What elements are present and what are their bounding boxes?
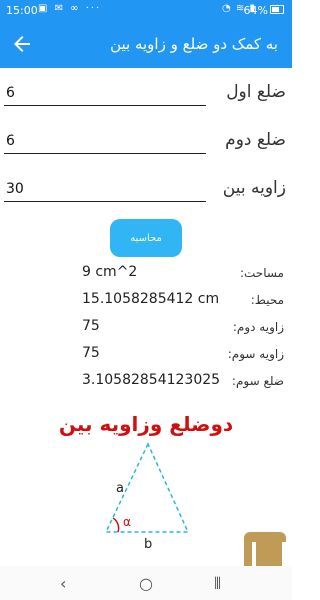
side-a-text: a — [116, 481, 124, 496]
third-angle-label: زاویه سوم: — [227, 347, 284, 361]
nav-recents-icon[interactable]: ⦀ — [214, 574, 221, 594]
side-two-input[interactable] — [4, 128, 206, 154]
side-one-label: ضلع اول — [226, 82, 286, 102]
result-row-third-side: ضلع سوم: 3.10582854123025 — [0, 370, 292, 392]
area-value: 9 cm^2 — [82, 264, 138, 280]
system-nav-bar: ‹ ○ ⦀ — [0, 566, 292, 600]
perimeter-value: 15.1058285412 cm — [82, 291, 220, 307]
app-bar: به کمک دو ضلع و زاویه بین — [0, 22, 292, 68]
result-row-third-angle: زاویه سوم: 75 — [0, 343, 292, 365]
third-side-value: 3.10582854123025 — [82, 372, 221, 388]
side-two-field: ضلع دوم — [0, 118, 292, 158]
status-time: 15:00 — [6, 4, 38, 17]
second-angle-value: 75 — [82, 318, 100, 334]
third-side-label: ضلع سوم: — [231, 374, 284, 388]
nav-back-icon[interactable]: ‹ — [60, 574, 66, 593]
battery-icon — [270, 5, 284, 14]
status-bar: 15:00 ▣ ✉ ∞ ··· ◔ ≋ ▮ 64% — [0, 0, 292, 22]
side-two-label: ضلع دوم — [225, 130, 286, 150]
page-title: به کمک دو ضلع و زاویه بین — [110, 35, 278, 53]
area-label: مساحت: — [239, 266, 284, 280]
diagram-title: دوضلع وزاویه بین — [58, 412, 234, 436]
result-row-second-angle: زاویه دوم: 75 — [0, 316, 292, 338]
angle-alpha-text: α — [123, 515, 131, 529]
angle-arc — [112, 517, 120, 533]
triangle-diagram: a α b — [104, 442, 190, 550]
calculate-button[interactable]: محاسبه — [110, 219, 182, 257]
angle-input[interactable] — [4, 176, 206, 202]
nav-home-icon[interactable]: ○ — [139, 574, 153, 593]
result-row-perimeter: محیط: 15.1058285412 cm — [0, 289, 292, 311]
angle-label: زاویه بین — [222, 178, 286, 198]
angle-field: زاویه بین — [0, 166, 292, 206]
battery-level: 64% — [243, 4, 268, 17]
side-one-input[interactable] — [4, 80, 206, 106]
third-angle-value: 75 — [82, 345, 100, 361]
second-angle-label: زاویه دوم: — [232, 320, 284, 334]
perimeter-label: محیط: — [250, 293, 284, 307]
notification-icons: ▣ ✉ ∞ ··· — [38, 3, 102, 14]
side-b-text: b — [144, 537, 152, 550]
side-one-field: ضلع اول — [0, 70, 292, 110]
result-row-area: مساحت: 9 cm^2 — [0, 262, 292, 284]
back-arrow-icon[interactable] — [10, 32, 34, 56]
